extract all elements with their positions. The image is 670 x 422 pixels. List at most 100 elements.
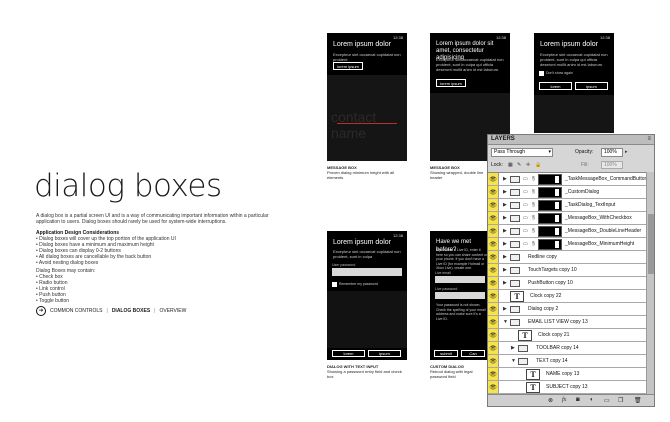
password-field[interactable]	[332, 268, 402, 276]
expand-triangle-icon[interactable]: ▶	[511, 345, 515, 351]
layer-mask-thumbnail[interactable]	[538, 239, 562, 250]
eye-visibility-icon[interactable]: 👁	[488, 199, 499, 211]
nav-common-controls[interactable]: COMMON CONTROLS	[50, 308, 103, 314]
checkbox[interactable]	[332, 282, 337, 287]
dialog-button-2[interactable]: ipsum	[368, 350, 401, 357]
dialog-button[interactable]: lorem ipsum	[333, 62, 363, 70]
chain-link-icon[interactable]: §	[532, 202, 535, 208]
layer-row[interactable]: 👁 T SUBJECT copy 13	[488, 381, 646, 394]
layer-row[interactable]: 👁 ▶ TouchTargets copy 10	[488, 264, 646, 277]
expand-triangle-icon[interactable]: ▶	[503, 189, 507, 195]
nav-overview[interactable]: OVERVIEW	[159, 308, 186, 314]
eye-visibility-icon[interactable]: 👁	[488, 277, 499, 289]
adjustment-layer-icon[interactable]: ◐	[590, 397, 594, 403]
fill-input[interactable]: 100%	[601, 161, 623, 169]
eye-visibility-icon[interactable]: 👁	[488, 316, 499, 328]
eye-visibility-icon[interactable]: 👁	[488, 381, 499, 393]
expand-triangle-icon[interactable]: ▶	[503, 176, 507, 182]
layer-mask-thumbnail[interactable]	[538, 187, 562, 198]
panel-menu-icon[interactable]: ≡	[647, 136, 651, 142]
new-layer-icon[interactable]: ❐	[618, 397, 623, 404]
expand-triangle-icon[interactable]: ▼	[511, 358, 516, 364]
eye-visibility-icon[interactable]: 👁	[488, 225, 499, 237]
scrollbar-thumb[interactable]	[648, 214, 654, 274]
expand-triangle-icon[interactable]: ▶	[503, 215, 507, 221]
chain-link-icon[interactable]: §	[532, 215, 535, 221]
expand-triangle-icon[interactable]: ▶	[503, 228, 507, 234]
eye-visibility-icon[interactable]: 👁	[488, 290, 499, 302]
submit-button[interactable]: submit	[434, 350, 458, 357]
chain-link-icon[interactable]: §	[532, 176, 535, 182]
chain-link-icon[interactable]: §	[532, 228, 535, 234]
scrollbar[interactable]	[646, 172, 654, 394]
layer-row[interactable]: 👁 ▶ TOOLBAR copy 14	[488, 342, 646, 355]
blend-mode-select[interactable]: Pass Through ▾	[491, 148, 553, 157]
nav-dialog-boxes[interactable]: DIALOG BOXES	[112, 308, 150, 314]
eye-visibility-icon[interactable]: 👁	[488, 329, 499, 341]
layer-row[interactable]: 👁 T NAME copy 13	[488, 368, 646, 381]
dialog-button-1[interactable]: lorem	[332, 350, 365, 357]
layer-row[interactable]: 👁 ▶ Redline copy	[488, 251, 646, 264]
new-group-icon[interactable]: ▭	[604, 397, 610, 404]
cancel-button[interactable]: Can	[461, 350, 485, 357]
design-considerations: Application Design Considerations • Dial…	[36, 230, 286, 266]
expand-triangle-icon[interactable]: ▶	[503, 202, 507, 208]
eye-visibility-icon[interactable]: 👁	[488, 355, 499, 367]
expand-triangle-icon[interactable]: ▼	[503, 319, 508, 325]
layer-thumbnail-icon: ▭	[523, 202, 528, 208]
eye-visibility-icon[interactable]: 👁	[488, 342, 499, 354]
layer-row[interactable]: 👁 ▶ ▭ § _MessageBox_MinimumHeight	[488, 238, 646, 251]
lock-image-icon[interactable]: ✎	[517, 162, 521, 168]
layer-row[interactable]: 👁 ▶ ▭ § _TaskMessageBox_CommandButtons	[488, 173, 646, 186]
dialog-button[interactable]: lorem ipsum	[436, 79, 466, 87]
nav-separator: |	[106, 308, 108, 314]
layer-mask-thumbnail[interactable]	[538, 200, 562, 211]
expand-triangle-icon[interactable]: ▶	[503, 280, 507, 286]
dialog-button-1[interactable]: lorem	[539, 82, 572, 90]
expand-triangle-icon[interactable]: ▶	[503, 267, 507, 273]
chain-link-icon[interactable]: §	[532, 189, 535, 195]
dialog-button-2[interactable]: ipsum	[575, 82, 608, 90]
layer-row[interactable]: 👁 ▼ TEXT copy 14	[488, 355, 646, 368]
eye-visibility-icon[interactable]: 👁	[488, 173, 499, 185]
layer-row[interactable]: 👁 ▶ Dialog copy 2	[488, 303, 646, 316]
trash-icon[interactable]: 🗑	[634, 397, 642, 404]
add-mask-icon[interactable]: ◙	[576, 397, 580, 403]
layer-mask-thumbnail[interactable]	[538, 174, 562, 185]
layer-name: _MessageBox_MinimumHeight	[565, 241, 635, 247]
layer-row[interactable]: 👁 ▶ ▭ § _TaskDialog_TextInput	[488, 199, 646, 212]
checkbox[interactable]	[539, 71, 544, 76]
expand-triangle-icon[interactable]: ▶	[503, 241, 507, 247]
layer-row[interactable]: 👁 ▶ ▭ § _MessageBox_DoubleLineHeader	[488, 225, 646, 238]
eye-visibility-icon[interactable]: 👁	[488, 212, 499, 224]
expand-triangle-icon[interactable]: ▶	[503, 254, 507, 260]
expand-triangle-icon[interactable]: ▶	[503, 306, 507, 312]
layer-row[interactable]: 👁 ▶ ▭ § _MessageBox_WithCheckbox	[488, 212, 646, 225]
password-field[interactable]	[435, 292, 485, 299]
layer-row[interactable]: 👁 ▶ ▭ § _CustomDialog	[488, 186, 646, 199]
chain-link-icon[interactable]: §	[532, 241, 535, 247]
email-field[interactable]	[435, 276, 485, 283]
eye-visibility-icon[interactable]: 👁	[488, 264, 499, 276]
lock-position-icon[interactable]: ✛	[526, 162, 530, 168]
eye-visibility-icon[interactable]: 👁	[488, 251, 499, 263]
layer-mask-thumbnail[interactable]	[538, 213, 562, 224]
fx-icon[interactable]: fx	[562, 397, 566, 403]
folder-icon	[510, 176, 520, 183]
layers-tab[interactable]: LAYERS ≡	[488, 135, 654, 145]
opacity-input[interactable]: 100%	[601, 148, 623, 157]
lock-all-icon[interactable]: 🔒	[535, 162, 541, 168]
link-layers-icon[interactable]: ⊗	[548, 397, 553, 404]
opacity-slider-icon[interactable]: ▸	[625, 149, 628, 155]
lock-transparent-icon[interactable]: ▦	[508, 162, 513, 168]
layer-mask-thumbnail[interactable]	[538, 226, 562, 237]
eye-visibility-icon[interactable]: 👁	[488, 368, 499, 380]
layer-row[interactable]: 👁 T Clock copy 21	[488, 329, 646, 342]
eye-visibility-icon[interactable]: 👁	[488, 303, 499, 315]
eye-visibility-icon[interactable]: 👁	[488, 186, 499, 198]
arrow-right-icon[interactable]: ➜	[36, 306, 46, 316]
layer-row[interactable]: 👁 T Clock copy 22	[488, 290, 646, 303]
layer-row[interactable]: 👁 ▶ PushButton copy 10	[488, 277, 646, 290]
layer-row[interactable]: 👁 ▼ EMAIL LIST VIEW copy 13	[488, 316, 646, 329]
eye-visibility-icon[interactable]: 👁	[488, 238, 499, 250]
